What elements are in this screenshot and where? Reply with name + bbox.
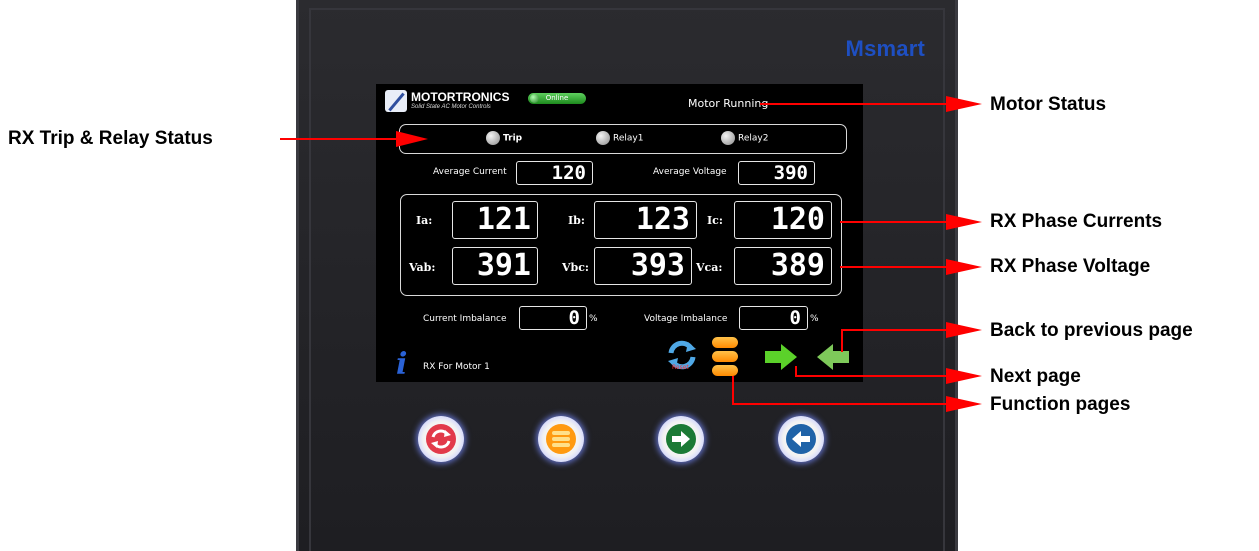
right-arrow-icon	[765, 344, 797, 370]
callout-relay-status: RX Trip & Relay Status	[8, 128, 213, 149]
ic-label: Ic:	[707, 214, 723, 227]
function-hardware-button[interactable]	[538, 416, 584, 462]
average-voltage-label: Average Voltage	[653, 167, 727, 177]
relay2-lamp-icon	[721, 131, 735, 145]
reset-caption: Reset	[672, 364, 689, 371]
vca-value: 389	[734, 247, 832, 285]
vab-value: 391	[452, 247, 538, 285]
callout-phase-currents: RX Phase Currents	[990, 211, 1163, 232]
trip-indicator: Trip	[486, 131, 522, 145]
trip-lamp-icon	[486, 131, 500, 145]
ia-label: Ia:	[416, 214, 433, 227]
callout-phase-voltage: RX Phase Voltage	[990, 256, 1151, 277]
logo-subtitle: Solid State AC Motor Controls	[411, 104, 491, 110]
back-page-icon[interactable]	[816, 343, 850, 371]
hmi-screen: MOTORTRONICS Solid State AC Motor Contro…	[376, 84, 863, 382]
relay1-indicator: Relay1	[596, 131, 643, 145]
vca-label: Vca:	[696, 261, 723, 274]
left-arrow-icon	[817, 344, 849, 370]
function-pages-icon[interactable]	[712, 337, 738, 377]
vbc-value: 393	[594, 247, 692, 285]
current-imbalance-unit: %	[589, 314, 598, 324]
relay2-indicator: Relay2	[721, 131, 768, 145]
function-bar-bottom	[712, 365, 738, 376]
trip-label: Trip	[503, 133, 523, 144]
current-imbalance-label: Current Imbalance	[423, 314, 507, 324]
logo-title: MOTORTRONICS	[411, 90, 510, 104]
next-page-icon[interactable]	[764, 343, 798, 371]
relay-status-panel: Trip Relay1 Relay2	[399, 124, 847, 154]
voltage-imbalance-value: 0	[739, 306, 808, 330]
back-hardware-button[interactable]	[778, 416, 824, 462]
current-imbalance-value: 0	[519, 306, 587, 330]
online-led-icon	[530, 94, 539, 103]
callout-motor-status: Motor Status	[990, 94, 1107, 115]
ic-value: 120	[734, 201, 832, 239]
online-label: Online	[545, 94, 569, 102]
callout-next: Next page	[990, 366, 1081, 387]
vbc-label: Vbc:	[562, 261, 589, 274]
function-button-icon	[546, 424, 576, 454]
footer-motor-label: RX For Motor 1	[423, 362, 490, 372]
ib-value: 123	[594, 201, 697, 239]
voltage-imbalance-label: Voltage Imbalance	[644, 314, 728, 324]
ib-label: Ib:	[568, 214, 585, 227]
average-current-value: 120	[516, 161, 593, 185]
function-bar-middle	[712, 351, 738, 362]
callout-back: Back to previous page	[990, 320, 1193, 341]
brand-logo: Msmart	[845, 36, 925, 61]
relay1-label: Relay1	[613, 133, 644, 144]
back-button-icon	[786, 424, 816, 454]
function-bar-top	[712, 337, 738, 348]
vab-label: Vab:	[409, 261, 436, 274]
voltage-imbalance-unit: %	[810, 314, 819, 324]
ia-value: 121	[452, 201, 538, 239]
reset-icon[interactable]: Reset	[667, 339, 697, 373]
next-button-icon	[666, 424, 696, 454]
reset-hardware-button[interactable]	[418, 416, 464, 462]
average-voltage-value: 390	[738, 161, 815, 185]
info-icon[interactable]: i	[396, 347, 407, 382]
reset-button-icon	[426, 424, 456, 454]
average-current-label: Average Current	[433, 167, 507, 177]
relay2-label: Relay2	[738, 133, 769, 144]
motortronics-logo-icon	[385, 90, 407, 112]
online-indicator: Online	[528, 93, 586, 104]
motor-status: Motor Running	[688, 97, 769, 110]
callout-function: Function pages	[990, 394, 1131, 415]
next-hardware-button[interactable]	[658, 416, 704, 462]
relay1-lamp-icon	[596, 131, 610, 145]
